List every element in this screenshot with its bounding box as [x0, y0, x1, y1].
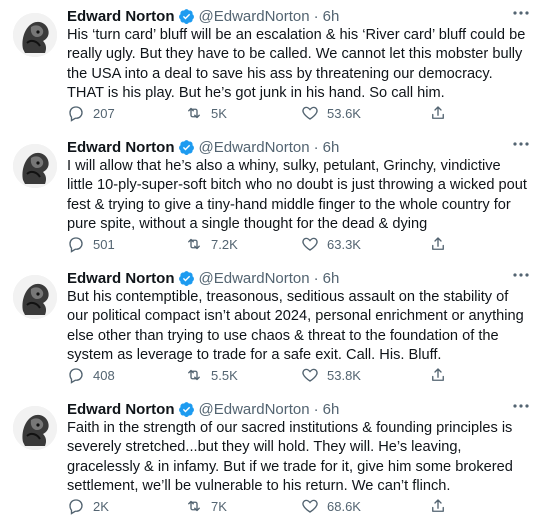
like-count: 53.6K [327, 105, 361, 121]
reply-button[interactable]: 501 [67, 234, 115, 254]
timestamp[interactable]: 6h [323, 270, 340, 287]
retweet-icon [188, 369, 200, 381]
like-count: 68.6K [327, 498, 361, 514]
handle[interactable]: @EdwardNorton [199, 270, 310, 287]
like-icon [302, 499, 318, 513]
avatar[interactable] [13, 13, 57, 57]
reply-count: 207 [93, 105, 115, 121]
reply-button[interactable]: 408 [67, 365, 115, 385]
share-icon [432, 237, 444, 250]
share-button[interactable] [429, 103, 455, 123]
reply-button[interactable]: 207 [67, 103, 115, 123]
reply-button[interactable]: 2K [67, 496, 109, 516]
avatar[interactable] [13, 275, 57, 319]
retweet-icon [188, 107, 200, 119]
separator: · [313, 269, 319, 287]
reply-icon [69, 368, 83, 384]
retweet-button[interactable]: 5.5K [185, 365, 238, 385]
tweet[interactable]: Edward Norton @EdwardNorton · 6h I will … [0, 131, 538, 262]
retweet-count: 7.2K [211, 236, 238, 252]
tweet-actions: 2K 7K 68.6K [67, 496, 467, 516]
tweet-actions: 408 5.5K 53.8K [67, 365, 467, 385]
tweet-text: I will allow that he’s also a whiny, sul… [67, 158, 532, 233]
handle[interactable]: @EdwardNorton [199, 401, 310, 418]
timestamp[interactable]: 6h [323, 8, 340, 25]
reply-icon [69, 106, 83, 122]
retweet-icon [188, 500, 200, 512]
tweet-text: His ‘turn card’ bluff will be an escalat… [67, 27, 530, 102]
retweet-count: 7K [211, 498, 227, 514]
more-icon[interactable] [512, 139, 530, 149]
retweet-icon [188, 238, 200, 250]
like-icon [302, 237, 318, 251]
avatar[interactable] [13, 406, 57, 450]
verified-badge-icon [178, 8, 194, 24]
verified-badge-icon [178, 401, 194, 417]
verified-badge-icon [178, 270, 194, 286]
retweet-count: 5.5K [211, 367, 238, 383]
like-count: 53.8K [327, 367, 361, 383]
handle[interactable]: @EdwardNorton [199, 8, 310, 25]
avatar[interactable] [13, 144, 57, 188]
share-icon [432, 368, 444, 381]
share-icon [432, 106, 444, 119]
like-count: 63.3K [327, 236, 361, 252]
share-icon [432, 499, 444, 512]
more-icon[interactable] [512, 401, 530, 411]
tweet-actions: 207 5K 53.6K [67, 103, 467, 123]
like-icon [302, 368, 318, 382]
retweet-button[interactable]: 7.2K [185, 234, 238, 254]
share-button[interactable] [429, 365, 455, 385]
separator: · [313, 7, 319, 25]
like-button[interactable]: 53.6K [301, 103, 361, 123]
tweet[interactable]: Edward Norton @EdwardNorton · 6h His ‘tu… [0, 0, 538, 131]
display-name[interactable]: Edward Norton [67, 270, 175, 287]
timestamp[interactable]: 6h [323, 401, 340, 418]
like-button[interactable]: 63.3K [301, 234, 361, 254]
like-icon [302, 106, 318, 120]
more-icon[interactable] [512, 270, 530, 280]
timestamp[interactable]: 6h [323, 139, 340, 156]
tweet[interactable]: Edward Norton @EdwardNorton · 6h Faith i… [0, 393, 538, 521]
verified-badge-icon [178, 139, 194, 155]
reply-icon [69, 499, 83, 515]
retweet-count: 5K [211, 105, 227, 121]
display-name[interactable]: Edward Norton [67, 8, 175, 25]
avatar-image-icon [13, 275, 57, 319]
display-name[interactable]: Edward Norton [67, 139, 175, 156]
reply-count: 501 [93, 236, 115, 252]
like-button[interactable]: 53.8K [301, 365, 361, 385]
share-button[interactable] [429, 496, 455, 516]
reply-icon [69, 237, 83, 253]
display-name[interactable]: Edward Norton [67, 401, 175, 418]
avatar-image-icon [13, 144, 57, 188]
tweet[interactable]: Edward Norton @EdwardNorton · 6h But his… [0, 262, 538, 393]
tweet-text: Faith in the strength of our sacred inst… [67, 420, 517, 495]
like-button[interactable]: 68.6K [301, 496, 361, 516]
tweet-text: But his contemptible, treasonous, sediti… [67, 289, 528, 364]
more-icon[interactable] [512, 8, 530, 18]
handle[interactable]: @EdwardNorton [199, 139, 310, 156]
share-button[interactable] [429, 234, 455, 254]
reply-count: 408 [93, 367, 115, 383]
tweet-actions: 501 7.2K 63.3K [67, 234, 467, 254]
separator: · [313, 138, 319, 156]
retweet-button[interactable]: 5K [185, 103, 227, 123]
reply-count: 2K [93, 498, 109, 514]
separator: · [313, 400, 319, 418]
avatar-image-icon [13, 13, 57, 57]
retweet-button[interactable]: 7K [185, 496, 227, 516]
timeline: Edward Norton @EdwardNorton · 6h His ‘tu… [0, 0, 538, 521]
avatar-image-icon [13, 406, 57, 450]
